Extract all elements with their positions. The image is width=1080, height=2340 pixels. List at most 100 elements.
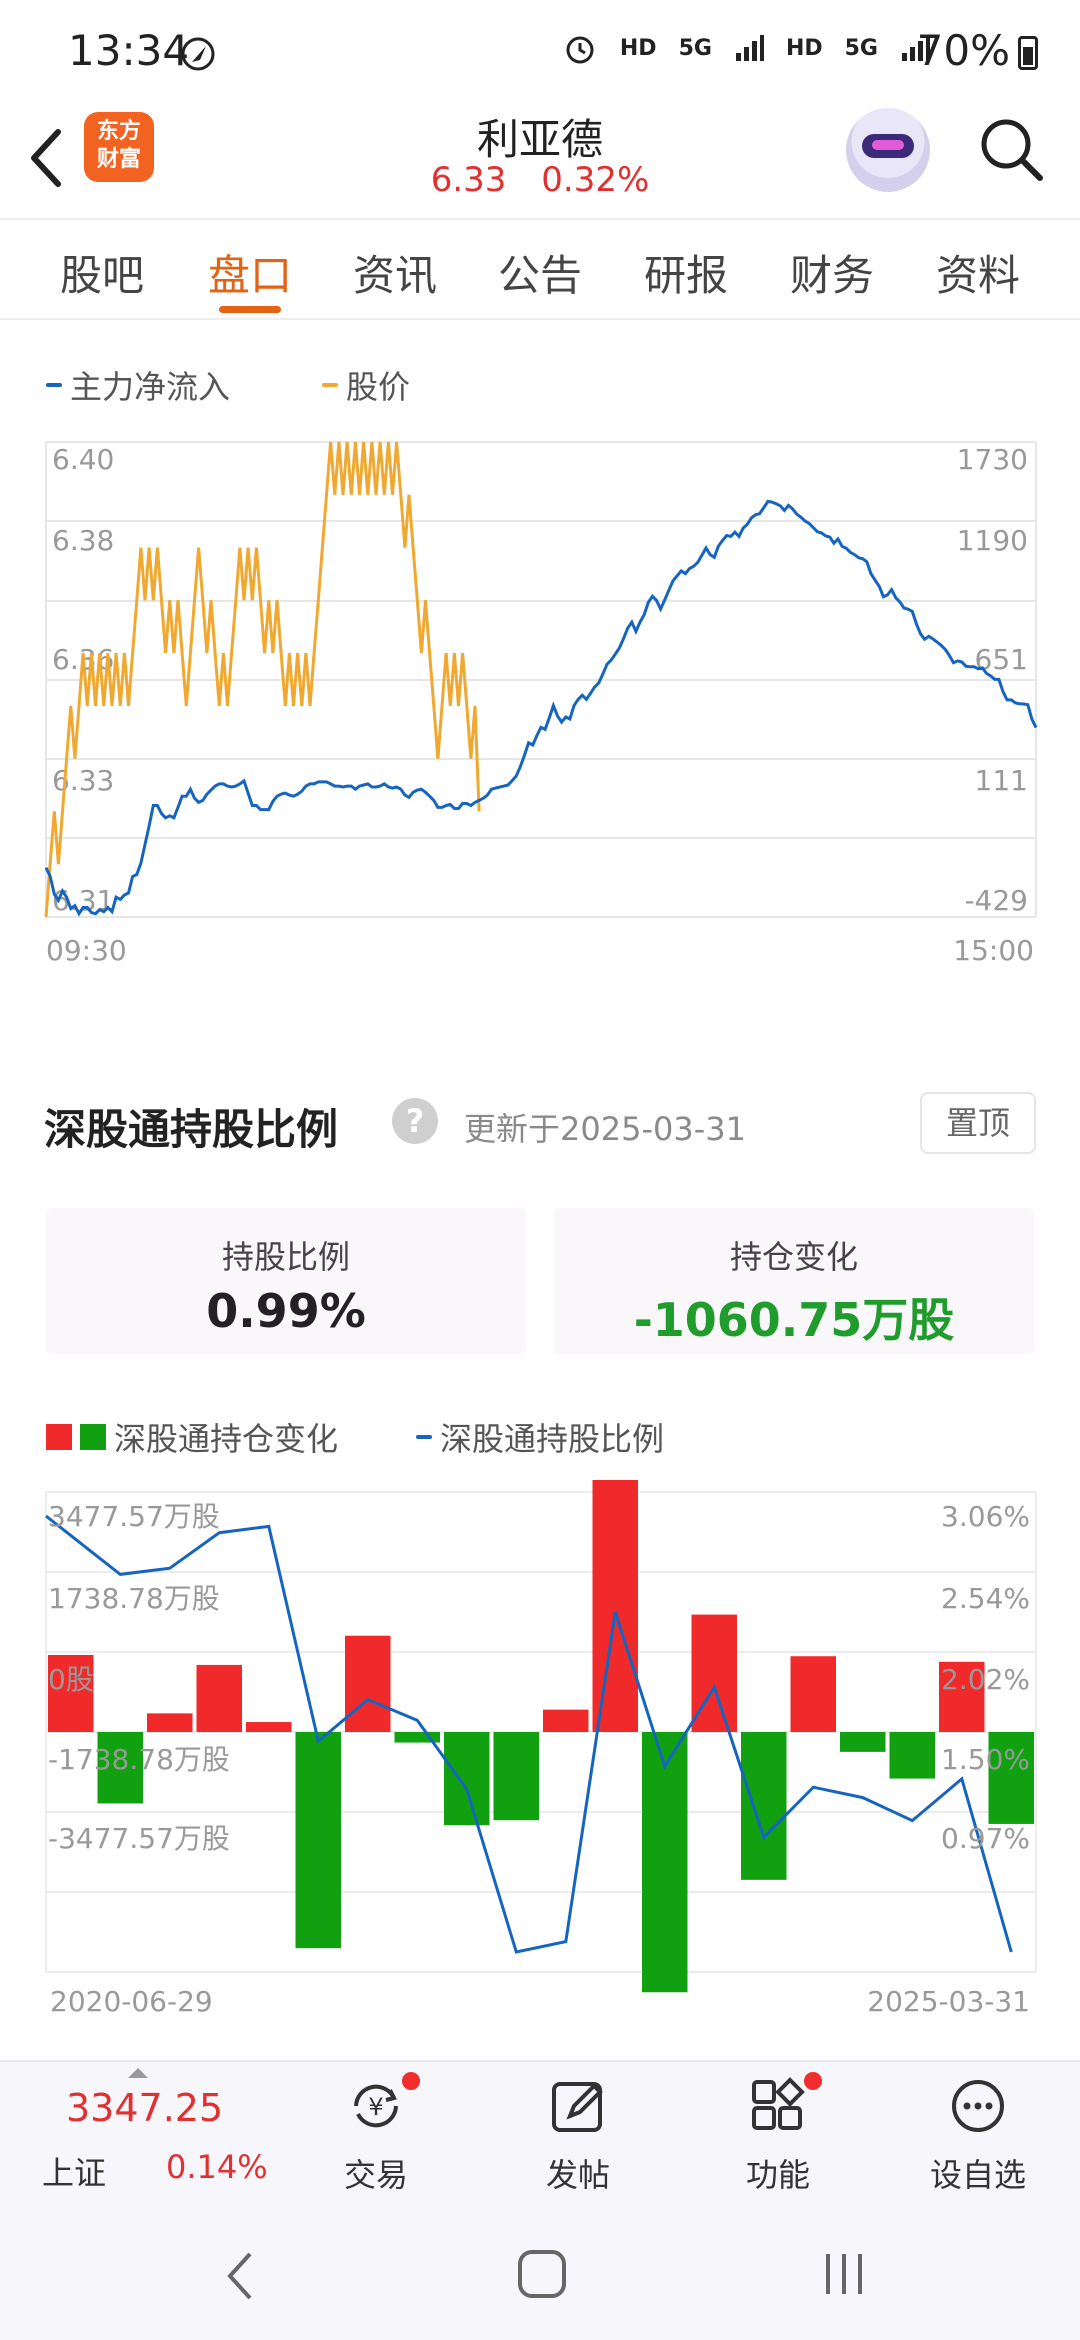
y-right-tick: 2.54% bbox=[941, 1582, 1030, 1615]
nav-add-watchlist[interactable]: 设自选 bbox=[898, 2076, 1058, 2196]
section-title: 深股通持股比例 bbox=[44, 1105, 339, 1154]
legend-price-label: 股价 bbox=[346, 368, 411, 406]
5g-label-2: 5G bbox=[844, 35, 878, 61]
holding-change-bar bbox=[642, 1732, 688, 1993]
main-inflow-line bbox=[44, 499, 1038, 917]
legend-green-swatch bbox=[80, 1424, 106, 1450]
legend-blue-swatch bbox=[46, 383, 62, 387]
notification-dot-2 bbox=[804, 2072, 822, 2090]
caret-up-icon bbox=[128, 2068, 148, 2078]
tab-bar: 股吧 盘口 资讯 公告 研报 财务 资料 bbox=[0, 218, 1080, 320]
bottom-nav: 3347.25 上证 0.14% ¥ 交易 发帖 功能 设自选 bbox=[0, 2060, 1080, 2210]
legend-red-swatch bbox=[46, 1424, 72, 1450]
holding-change-bar bbox=[592, 1480, 638, 1732]
tab-research[interactable]: 研报 bbox=[616, 242, 756, 303]
tab-guba[interactable]: 股吧 bbox=[32, 242, 172, 303]
nav-add-watchlist-label: 设自选 bbox=[929, 2156, 1026, 2194]
alarm-icon bbox=[566, 36, 594, 64]
legend-blue-swatch-2 bbox=[416, 1435, 432, 1439]
pin-to-top-button[interactable]: 置顶 bbox=[920, 1092, 1036, 1154]
active-tab-indicator bbox=[219, 306, 281, 313]
holding-change-bar bbox=[840, 1732, 886, 1752]
nav-post-label: 发帖 bbox=[545, 2156, 610, 2194]
tab-announcements[interactable]: 公告 bbox=[470, 242, 610, 303]
stock-name: 利亚德 bbox=[476, 115, 603, 164]
notification-dot bbox=[402, 2072, 420, 2090]
y-left-tick: -1738.78万股 bbox=[48, 1743, 230, 1776]
holding-ratio-label: 持股比例 bbox=[221, 1238, 350, 1276]
navigation-arrow-icon bbox=[181, 37, 215, 71]
tab-news[interactable]: 资讯 bbox=[325, 242, 465, 303]
tab-pankou[interactable]: 盘口 bbox=[180, 242, 320, 303]
system-back-icon[interactable] bbox=[220, 2246, 260, 2306]
y-right-tick: 2.02% bbox=[941, 1663, 1030, 1696]
help-icon[interactable]: ? bbox=[392, 1098, 438, 1144]
index-change[interactable]: 0.14% bbox=[166, 2148, 268, 2186]
update-date: 更新于2025-03-31 bbox=[464, 1110, 746, 1148]
assistant-avatar[interactable] bbox=[846, 108, 930, 192]
system-nav-bar bbox=[0, 2210, 1080, 2340]
tab-finance[interactable]: 财务 bbox=[762, 242, 902, 303]
system-recents-icon[interactable] bbox=[820, 2248, 870, 2300]
holding-chart[interactable]: 3477.57万股 1738.78万股 0股 -1738.78万股 -3477.57万股… bbox=[0, 1480, 1080, 2020]
legend-main-inflow[interactable]: 主力净流入 bbox=[46, 362, 230, 408]
status-bar: 13:34 HD 5G HD 5G 70% bbox=[0, 0, 1080, 100]
tab-profile[interactable]: 资料 bbox=[908, 242, 1048, 303]
x-tick-end: 15:00 bbox=[953, 934, 1034, 967]
nav-functions[interactable]: 功能 bbox=[698, 2072, 858, 2196]
nav-trade[interactable]: ¥ 交易 bbox=[296, 2072, 456, 2196]
stock-price: 6.33 bbox=[430, 160, 507, 200]
legend-orange-swatch bbox=[322, 383, 338, 387]
y-left-tick: 0股 bbox=[48, 1663, 94, 1696]
yen-refresh-icon: ¥ bbox=[354, 2084, 398, 2128]
network-status: HD 5G HD 5G bbox=[562, 30, 930, 66]
holding-change-bar bbox=[295, 1732, 341, 1949]
svg-text:¥: ¥ bbox=[368, 2093, 383, 2121]
holding-change-bar bbox=[741, 1732, 787, 1880]
app-logo: 东方 财富 bbox=[84, 112, 154, 182]
y-right-tick: 3.06% bbox=[941, 1500, 1030, 1533]
legend-holding-change-label: 深股通持仓变化 bbox=[114, 1420, 339, 1458]
legend-price[interactable]: 股价 bbox=[322, 362, 410, 408]
holding-change-bar bbox=[196, 1664, 242, 1732]
search-button[interactable] bbox=[976, 114, 1046, 184]
capital-flow-chart[interactable]: 6.406.386.366.336.3117301190651111-42909… bbox=[0, 430, 1080, 990]
y-left-tick: 6.33 bbox=[52, 764, 114, 797]
y-left-tick: 1738.78万股 bbox=[48, 1582, 220, 1615]
holding-change-card: 持仓变化 -1060.75万股 bbox=[554, 1208, 1034, 1354]
legend-holding-change[interactable]: 深股通持仓变化 bbox=[46, 1414, 338, 1460]
stock-header: 东方 财富 利亚德 6.33 0.32% bbox=[0, 100, 1080, 218]
status-time: 13:34 bbox=[68, 26, 190, 75]
y-right-tick: 0.97% bbox=[941, 1822, 1030, 1855]
x-tick-start: 09:30 bbox=[46, 934, 127, 967]
more-icon bbox=[952, 2080, 1004, 2132]
index-name[interactable]: 上证 bbox=[42, 2148, 106, 2194]
y-left-tick: -3477.57万股 bbox=[48, 1822, 230, 1855]
holding-change-bar bbox=[790, 1656, 836, 1732]
search-icon bbox=[981, 119, 1043, 181]
nav-trade-label: 交易 bbox=[343, 2156, 408, 2194]
5g-label: 5G bbox=[678, 35, 712, 61]
y-left-tick: 3477.57万股 bbox=[48, 1500, 220, 1533]
back-button[interactable] bbox=[22, 118, 82, 188]
stock-change: 0.32% bbox=[541, 160, 650, 200]
y-right-tick: 1190 bbox=[957, 524, 1028, 557]
holding-change-bar bbox=[493, 1732, 539, 1821]
battery-icon bbox=[1018, 36, 1038, 70]
index-value[interactable]: 3347.25 bbox=[66, 2086, 223, 2130]
system-home-icon[interactable] bbox=[516, 2248, 568, 2300]
nav-post[interactable]: 发帖 bbox=[498, 2076, 658, 2196]
holding-change-bar bbox=[345, 1635, 391, 1732]
stock-quote: 6.33 0.32% bbox=[390, 160, 690, 200]
y-right-tick: 111 bbox=[975, 764, 1028, 797]
x-tick-end: 2025-03-31 bbox=[867, 1985, 1030, 2018]
holding-ratio-value: 0.99% bbox=[206, 1284, 366, 1338]
holding-ratio-card: 持股比例 0.99% bbox=[46, 1208, 526, 1354]
battery-percent: 70% bbox=[916, 26, 1010, 75]
holding-change-bar bbox=[444, 1732, 490, 1826]
legend-main-inflow-label: 主力净流入 bbox=[70, 368, 231, 406]
y-left-tick: 6.40 bbox=[52, 443, 114, 476]
legend-holding-ratio[interactable]: 深股通持股比例 bbox=[416, 1414, 664, 1460]
hd-label: HD bbox=[619, 35, 657, 61]
holding-change-bar bbox=[889, 1732, 935, 1779]
